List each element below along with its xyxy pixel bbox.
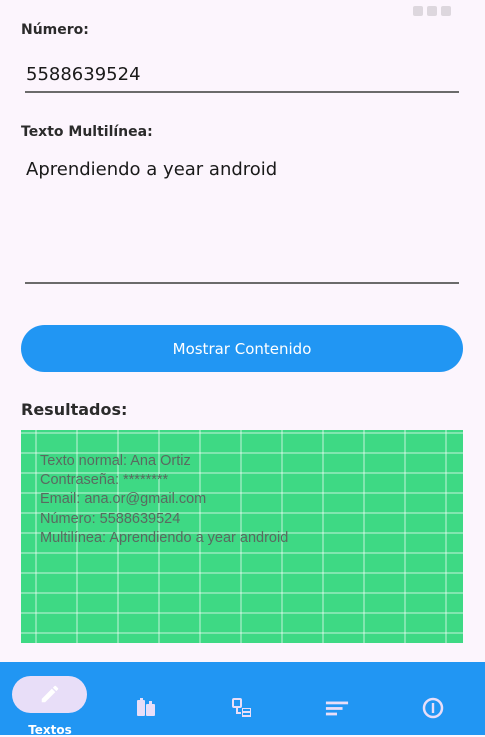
result-line: Texto normal: Ana Ortiz bbox=[40, 453, 191, 469]
signal-icon bbox=[427, 6, 437, 16]
results-panel: Texto normal: Ana Ortiz Contraseña: ****… bbox=[21, 430, 463, 643]
numero-input-underline bbox=[25, 91, 459, 93]
bottom-navigation: Textos bbox=[0, 662, 485, 737]
id-card-icon bbox=[134, 696, 158, 720]
result-line: Email: ana.or@gmail.com bbox=[40, 491, 207, 508]
nav-item-4[interactable] bbox=[291, 662, 388, 735]
wifi-icon bbox=[413, 6, 423, 16]
nav-item-3[interactable] bbox=[194, 662, 291, 735]
result-line: Contraseña: ******** bbox=[40, 472, 169, 489]
multiline-input[interactable]: Aprendiendo a year android bbox=[26, 159, 456, 180]
nav-item-2[interactable] bbox=[97, 662, 194, 735]
status-icons bbox=[413, 6, 451, 16]
multiline-label: Texto Multilínea: bbox=[21, 124, 153, 140]
numero-label: Número: bbox=[21, 22, 89, 38]
nav-item-textos[interactable]: Textos bbox=[0, 662, 97, 737]
battery-icon bbox=[441, 6, 451, 16]
result-line: Multilínea: Aprendiendo a year android bbox=[40, 529, 289, 546]
nav-item-5[interactable] bbox=[388, 662, 485, 735]
status-bar bbox=[0, 0, 485, 20]
pencil-icon bbox=[38, 682, 62, 706]
results-title: Resultados: bbox=[21, 400, 128, 419]
sort-lines-icon bbox=[325, 696, 349, 720]
info-icon bbox=[421, 696, 445, 720]
multiline-input-underline bbox=[25, 282, 459, 284]
numero-input[interactable]: 5588639524 bbox=[26, 64, 141, 85]
result-line: Número: 5588639524 bbox=[40, 510, 181, 527]
checklist-icon bbox=[230, 696, 254, 720]
results-text: Texto normal: Ana Ortiz Contraseña: ****… bbox=[40, 452, 288, 548]
show-content-button[interactable]: Mostrar Contenido bbox=[21, 325, 463, 372]
